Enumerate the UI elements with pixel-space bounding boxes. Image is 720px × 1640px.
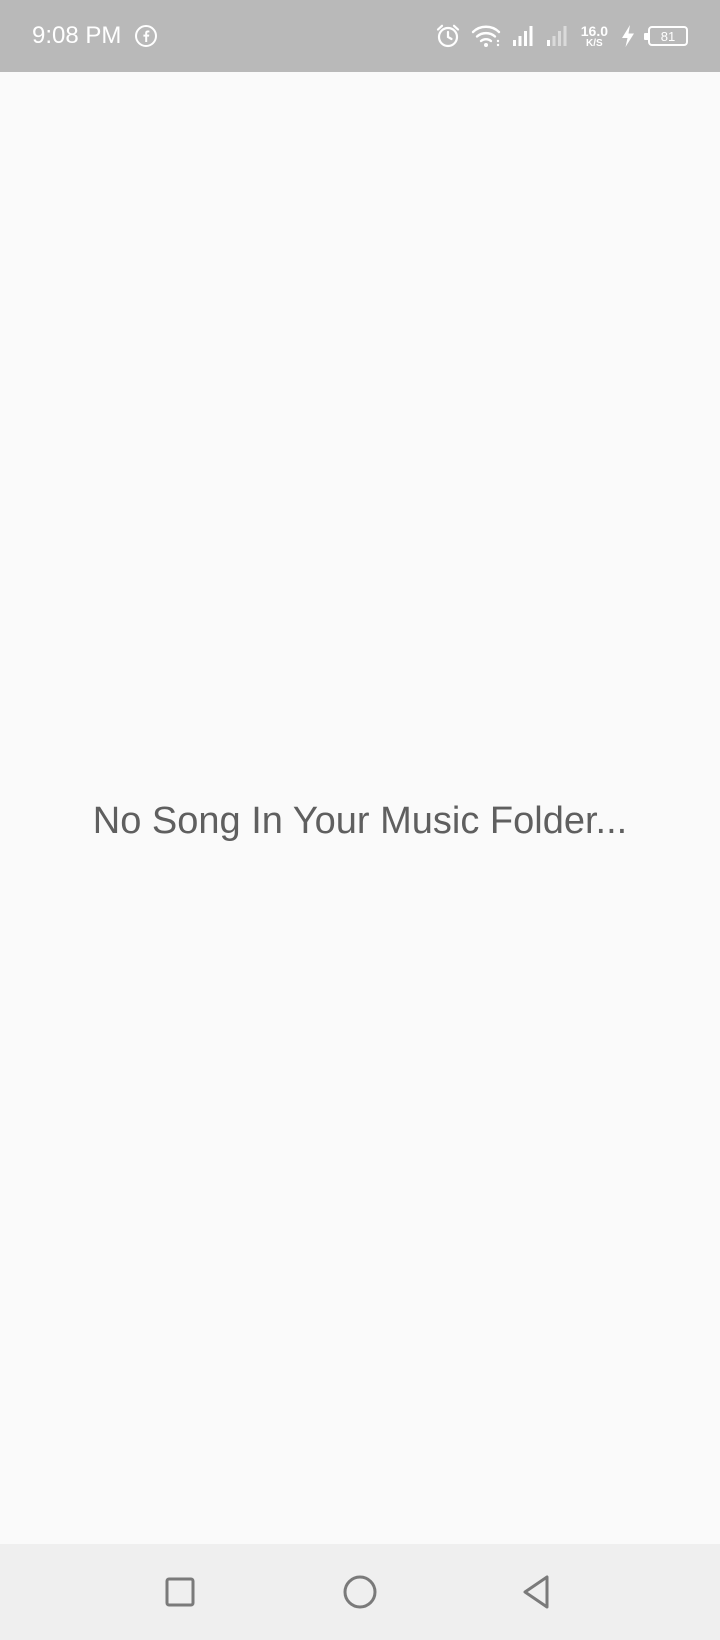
back-button[interactable] [509,1564,565,1620]
recents-button[interactable] [152,1564,208,1620]
empty-state-message: No Song In Your Music Folder... [92,800,628,842]
screen: 9:08 PM 16.0 K/S 81 No Song In Your Musi… [0,0,720,1640]
signal-weak-icon [546,26,567,46]
home-icon [343,1575,377,1609]
network-speed-unit: K/S [586,37,603,49]
home-button[interactable] [332,1564,388,1620]
network-speed-value: 16.0 [580,22,608,39]
recents-icon [165,1577,195,1607]
status-icons: 16.0 K/S 81 [435,18,688,54]
alarm-icon [436,24,459,48]
charging-icon [622,25,634,47]
facebook-icon [135,25,157,47]
main-content: No Song In Your Music Folder... [0,72,720,1544]
navigation-bar [0,1544,720,1640]
wifi-icon [471,25,500,47]
battery-level: 81 [660,28,676,44]
status-time: 9:08 PM [32,22,122,49]
status-bar: 9:08 PM 16.0 K/S 81 [0,0,720,72]
battery-icon: 81 [644,26,688,46]
back-icon [523,1575,549,1609]
signal-icon [512,26,533,46]
network-speed: 16.0 K/S [581,24,608,49]
